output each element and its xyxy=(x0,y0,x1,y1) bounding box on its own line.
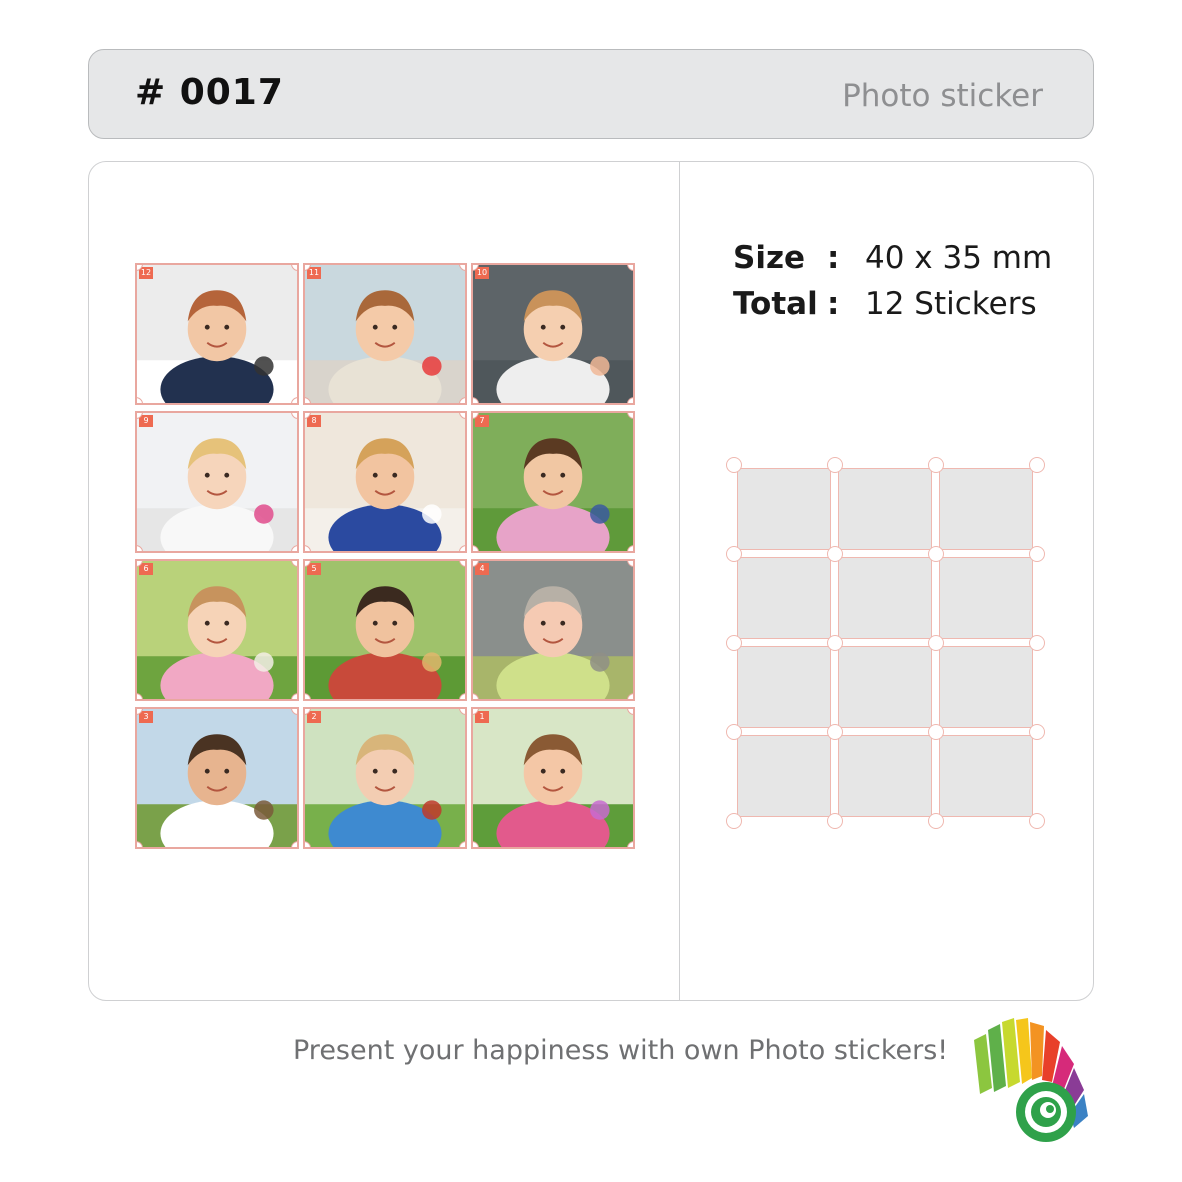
spec-value: 12 Stickers xyxy=(865,286,1037,322)
header-bar: # 0017 Photo sticker xyxy=(88,49,1094,139)
sticker-photo xyxy=(473,561,633,699)
sticker-photo xyxy=(137,709,297,847)
panel-divider xyxy=(679,162,680,1000)
corner-notch xyxy=(291,545,297,551)
corner-notch xyxy=(627,693,633,699)
template-notch xyxy=(1029,813,1045,829)
template-cell xyxy=(737,646,831,728)
photo-sticker: 5 xyxy=(303,559,467,701)
corner-notch xyxy=(459,693,465,699)
template-notch xyxy=(726,635,742,651)
spec-separator: : xyxy=(827,240,840,276)
sticker-photo xyxy=(473,265,633,403)
chameleon-logo xyxy=(974,1018,1088,1142)
template-notch xyxy=(726,457,742,473)
template-notch xyxy=(726,546,742,562)
sticker-photo xyxy=(137,265,297,403)
template-notch xyxy=(827,813,843,829)
product-code: # 0017 xyxy=(135,72,284,113)
template-notch xyxy=(1029,546,1045,562)
sticker-photo xyxy=(473,413,633,551)
template-notch xyxy=(928,813,944,829)
spec-label: Size xyxy=(733,240,806,276)
template-cell xyxy=(838,646,932,728)
spec-value: 40 x 35 mm xyxy=(865,240,1053,276)
photo-sticker: 4 xyxy=(471,559,635,701)
photo-sticker: 6 xyxy=(135,559,299,701)
corner-notch xyxy=(459,397,465,403)
sticker-photo xyxy=(305,561,465,699)
template-cell xyxy=(939,557,1033,639)
template-notch xyxy=(1029,635,1045,651)
template-cell xyxy=(939,468,1033,550)
photo-sticker: 9 xyxy=(135,411,299,553)
sticker-sheet: 12 11 10 9 8 7 6 5 4 3 2 1 xyxy=(135,263,635,853)
corner-notch xyxy=(627,397,633,403)
photo-sticker: 3 xyxy=(135,707,299,849)
sticker-photo xyxy=(137,413,297,551)
product-panel: 12 11 10 9 8 7 6 5 4 3 2 1 Size: 40 x 3… xyxy=(88,161,1094,1001)
corner-notch xyxy=(291,397,297,403)
template-notch xyxy=(928,457,944,473)
sticker-photo xyxy=(305,265,465,403)
sticker-photo xyxy=(305,709,465,847)
template-cell xyxy=(939,735,1033,817)
template-notch xyxy=(827,635,843,651)
sticker-photo xyxy=(137,561,297,699)
template-cell xyxy=(838,735,932,817)
sticker-photo xyxy=(473,709,633,847)
sticker-template-grid xyxy=(726,457,1045,829)
template-notch xyxy=(726,813,742,829)
template-cell xyxy=(838,468,932,550)
photo-sticker: 11 xyxy=(303,263,467,405)
template-notch xyxy=(1029,724,1045,740)
template-cell xyxy=(838,557,932,639)
corner-notch xyxy=(459,545,465,551)
template-cell xyxy=(737,735,831,817)
corner-notch xyxy=(627,545,633,551)
template-notch xyxy=(726,724,742,740)
corner-notch xyxy=(291,841,297,847)
sticker-photo xyxy=(305,413,465,551)
template-notch xyxy=(928,635,944,651)
template-notch xyxy=(827,724,843,740)
template-cell xyxy=(939,646,1033,728)
template-notch xyxy=(827,546,843,562)
spec-label: Total xyxy=(733,286,818,322)
template-notch xyxy=(1029,457,1045,473)
template-notch xyxy=(928,546,944,562)
corner-notch xyxy=(627,841,633,847)
photo-sticker: 10 xyxy=(471,263,635,405)
photo-sticker: 7 xyxy=(471,411,635,553)
template-notch xyxy=(928,724,944,740)
tagline: Present your happiness with own Photo st… xyxy=(293,1035,949,1066)
photo-sticker: 2 xyxy=(303,707,467,849)
template-notch xyxy=(827,457,843,473)
photo-sticker: 12 xyxy=(135,263,299,405)
template-cell xyxy=(737,468,831,550)
template-cell xyxy=(737,557,831,639)
photo-sticker: 8 xyxy=(303,411,467,553)
spec-separator: : xyxy=(827,286,840,322)
corner-notch xyxy=(291,693,297,699)
product-type: Photo sticker xyxy=(842,78,1043,114)
corner-notch xyxy=(459,841,465,847)
photo-sticker: 1 xyxy=(471,707,635,849)
